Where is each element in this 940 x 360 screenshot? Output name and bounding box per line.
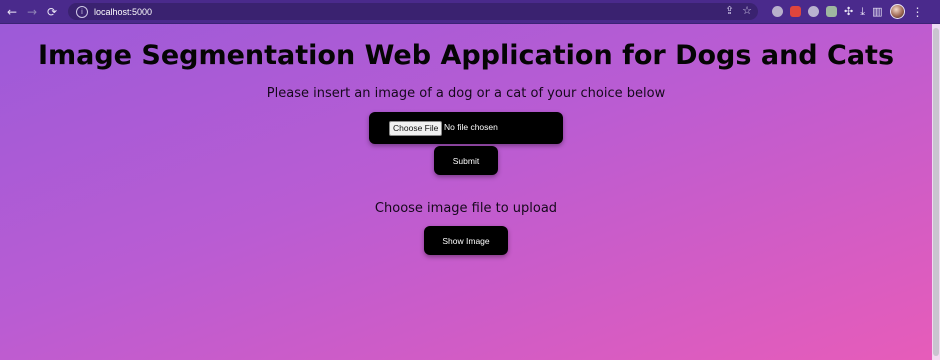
browser-window: ← → ⟳ i localhost:5000 ⇪ ☆ ✣ ⤓ ▥ ⋮ Image… — [0, 0, 940, 360]
extension-bulb-icon[interactable] — [808, 6, 819, 17]
file-upload-box: Choose File No file chosen — [369, 112, 563, 144]
side-panel-icon[interactable]: ▥ — [872, 6, 882, 17]
profile-avatar[interactable] — [889, 4, 905, 19]
extension-grey-circle-icon[interactable] — [772, 6, 783, 17]
reload-icon[interactable]: ⟳ — [44, 4, 60, 20]
puzzle-extensions-icon[interactable]: ✣ — [844, 6, 853, 17]
extension-red-flag-icon[interactable] — [790, 6, 801, 17]
upload-label: Choose image file to upload — [374, 201, 558, 216]
address-bar[interactable]: i localhost:5000 ⇪ ☆ — [68, 3, 758, 20]
site-info-icon[interactable]: i — [76, 5, 88, 18]
back-icon[interactable]: ← — [4, 4, 20, 20]
show-image-button[interactable]: Show Image — [424, 226, 508, 255]
download-icon[interactable]: ⤓ — [860, 6, 865, 17]
choose-file-button[interactable]: Choose File — [389, 121, 443, 136]
scrollbar-thumb[interactable] — [933, 28, 939, 356]
page-content: Image Segmentation Web Application for D… — [0, 24, 932, 360]
extension-green-square-icon[interactable] — [826, 6, 837, 17]
vertical-scrollbar[interactable] — [932, 24, 940, 360]
bookmark-star-icon[interactable]: ☆ — [742, 4, 752, 17]
forward-icon[interactable]: → — [24, 4, 40, 20]
menu-kebab-icon[interactable]: ⋮ — [912, 6, 924, 18]
page-title: Image Segmentation Web Application for D… — [37, 40, 895, 71]
extensions-bar: ✣ ⤓ ▥ ⋮ — [772, 4, 924, 19]
browser-toolbar: ← → ⟳ i localhost:5000 ⇪ ☆ ✣ ⤓ ▥ ⋮ — [0, 0, 940, 24]
share-icon[interactable]: ⇪ — [725, 4, 734, 17]
page-subtitle: Please insert an image of a dog or a cat… — [266, 86, 666, 101]
file-status-text: No file chosen — [444, 122, 498, 132]
address-url[interactable]: localhost:5000 — [94, 7, 152, 17]
submit-button[interactable]: Submit — [434, 146, 498, 175]
